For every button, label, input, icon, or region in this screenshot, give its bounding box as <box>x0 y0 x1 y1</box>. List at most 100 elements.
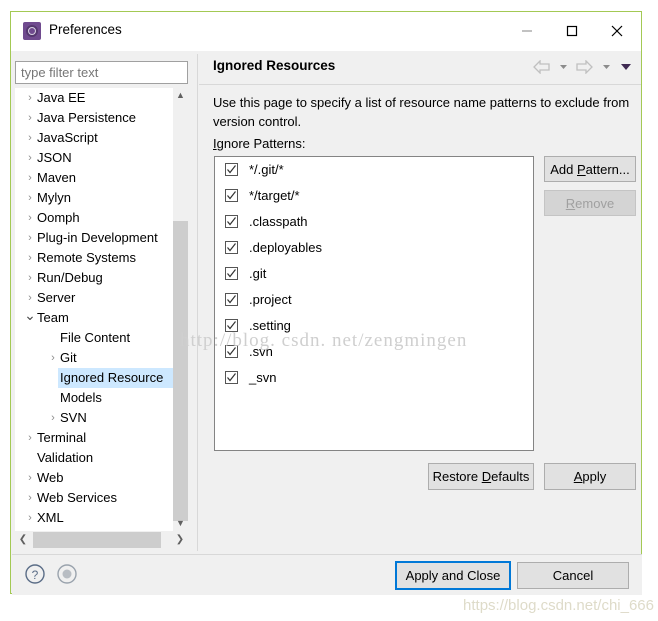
pattern-row[interactable]: */.git/* <box>215 157 533 183</box>
add-pattern-button[interactable]: Add Pattern... <box>544 156 636 182</box>
tree-item-mylyn[interactable]: › Mylyn <box>15 188 173 208</box>
tree-item-run-debug[interactable]: › Run/Debug <box>15 268 173 288</box>
chevron-down-icon[interactable]: ⌄ <box>23 308 37 322</box>
close-button[interactable] <box>594 12 639 50</box>
minimize-button[interactable] <box>504 12 549 50</box>
pattern-checkbox[interactable] <box>225 293 238 307</box>
tree-item-server[interactable]: › Server <box>15 288 173 308</box>
screenshot-root: Preferences ›Java EE›Java Persistence›Ja… <box>0 0 658 621</box>
pattern-label: .classpath <box>249 214 308 229</box>
filter-input[interactable] <box>15 61 188 84</box>
tree-hscroll-thumb[interactable] <box>33 532 161 548</box>
check-icon <box>227 191 236 200</box>
chevron-right-icon[interactable]: › <box>23 168 37 188</box>
chevron-right-icon[interactable]: › <box>23 228 37 248</box>
tree-item-ignored-resource[interactable]: Ignored Resource <box>15 368 173 388</box>
tree-item-svn[interactable]: › SVN <box>15 408 173 428</box>
chevron-right-icon[interactable]: › <box>46 348 60 368</box>
pattern-checkbox[interactable] <box>225 345 238 359</box>
chevron-right-icon[interactable]: › <box>23 148 37 168</box>
pattern-checkbox[interactable] <box>225 189 238 203</box>
check-icon <box>227 269 236 278</box>
chevron-right-icon[interactable]: › <box>23 488 37 508</box>
tree-item-terminal[interactable]: › Terminal <box>15 428 173 448</box>
help-icon[interactable]: ? <box>24 563 46 585</box>
pattern-row[interactable]: .git <box>215 261 533 287</box>
pattern-row[interactable]: .classpath <box>215 209 533 235</box>
pattern-checkbox[interactable] <box>225 319 238 333</box>
page-header: Ignored Resources <box>199 54 641 85</box>
pattern-row[interactable]: .svn <box>215 339 533 365</box>
check-icon <box>227 295 236 304</box>
chevron-right-icon[interactable]: › <box>23 108 37 128</box>
pattern-checkbox[interactable] <box>225 241 238 255</box>
tree-item-git[interactable]: › Git <box>15 348 173 368</box>
tree-vscroll-thumb[interactable] <box>173 221 188 521</box>
chevron-right-icon[interactable]: › <box>23 428 37 448</box>
tree-item-java-ee[interactable]: › Java EE <box>15 88 173 108</box>
pattern-checkbox[interactable] <box>225 163 238 177</box>
pattern-checkbox[interactable] <box>225 267 238 281</box>
pattern-row[interactable]: .deployables <box>215 235 533 261</box>
window-title: Preferences <box>49 22 122 37</box>
tree-horizontal-scrollbar[interactable]: ❮ ❯ <box>15 532 188 548</box>
tree-item-label: Mylyn <box>37 190 71 205</box>
tree-item-plug-in-development[interactable]: › Plug-in Development <box>15 228 173 248</box>
tree-item-label: Models <box>60 390 102 405</box>
ignore-patterns-label: Ignore Patterns: <box>213 136 306 151</box>
tree-item-xml[interactable]: › XML <box>15 508 173 528</box>
scroll-up-icon[interactable]: ▲ <box>173 88 188 103</box>
pattern-row[interactable]: */target/* <box>215 183 533 209</box>
remove-button[interactable]: Remove <box>544 190 636 216</box>
scroll-left-icon[interactable]: ❮ <box>15 532 31 548</box>
chevron-right-icon[interactable]: › <box>23 268 37 288</box>
chevron-right-icon[interactable]: › <box>23 208 37 228</box>
apply-and-close-button[interactable]: Apply and Close <box>395 561 511 590</box>
pattern-row[interactable]: .setting <box>215 313 533 339</box>
check-icon <box>227 243 236 252</box>
tree-item-maven[interactable]: › Maven <box>15 168 173 188</box>
pattern-label: .deployables <box>249 240 322 255</box>
maximize-button[interactable] <box>549 12 594 50</box>
back-dropdown-icon[interactable] <box>558 60 569 79</box>
chevron-right-icon[interactable]: › <box>23 468 37 488</box>
tree-item-web-services[interactable]: › Web Services <box>15 488 173 508</box>
chevron-right-icon[interactable]: › <box>23 288 37 308</box>
pattern-row[interactable]: _svn <box>215 365 533 391</box>
chevron-right-icon[interactable]: › <box>23 508 37 528</box>
tree-item-oomph[interactable]: › Oomph <box>15 208 173 228</box>
cancel-button[interactable]: Cancel <box>517 562 629 589</box>
tree-item-java-persistence[interactable]: › Java Persistence <box>15 108 173 128</box>
scroll-down-icon[interactable]: ▼ <box>173 516 188 531</box>
ignore-patterns-label-rest: gnore Patterns: <box>216 136 306 151</box>
apply-label-post: pply <box>582 469 607 484</box>
tree-item-models[interactable]: Models <box>15 388 173 408</box>
pattern-row[interactable]: .project <box>215 287 533 313</box>
chevron-right-icon[interactable]: › <box>23 88 37 108</box>
tree-item-javascript[interactable]: › JavaScript <box>15 128 173 148</box>
chevron-right-icon[interactable]: › <box>23 188 37 208</box>
pattern-checkbox[interactable] <box>225 371 238 385</box>
tree-item-validation[interactable]: Validation <box>15 448 173 468</box>
tree-item-web[interactable]: › Web <box>15 468 173 488</box>
ignore-patterns-list[interactable]: */.git/* */target/* .classpath .deployables… <box>214 156 534 451</box>
forward-dropdown-icon[interactable] <box>601 60 612 79</box>
navigation-circle-icon[interactable] <box>56 563 78 585</box>
restore-defaults-button[interactable]: Restore Defaults <box>428 463 534 490</box>
pattern-checkbox[interactable] <box>225 215 238 229</box>
scroll-right-icon[interactable]: ❯ <box>172 532 188 548</box>
chevron-right-icon[interactable]: › <box>23 248 37 268</box>
view-menu-icon[interactable] <box>619 60 633 79</box>
tree-item-json[interactable]: › JSON <box>15 148 173 168</box>
preferences-tree[interactable]: › Java EE › Java Persistence › JavaScript › JSO… <box>15 88 188 531</box>
tree-item-file-content[interactable]: File Content <box>15 328 173 348</box>
check-icon <box>227 321 236 330</box>
tree-item-team[interactable]: ⌄ Team <box>15 308 173 328</box>
chevron-right-icon[interactable]: › <box>46 408 60 428</box>
chevron-right-icon[interactable]: › <box>23 128 37 148</box>
back-arrow-icon[interactable] <box>533 59 550 79</box>
tree-vertical-scrollbar[interactable]: ▲ ▼ <box>173 88 188 531</box>
forward-arrow-icon[interactable] <box>576 59 594 79</box>
apply-button[interactable]: Apply <box>544 463 636 490</box>
tree-item-remote-systems[interactable]: › Remote Systems <box>15 248 173 268</box>
